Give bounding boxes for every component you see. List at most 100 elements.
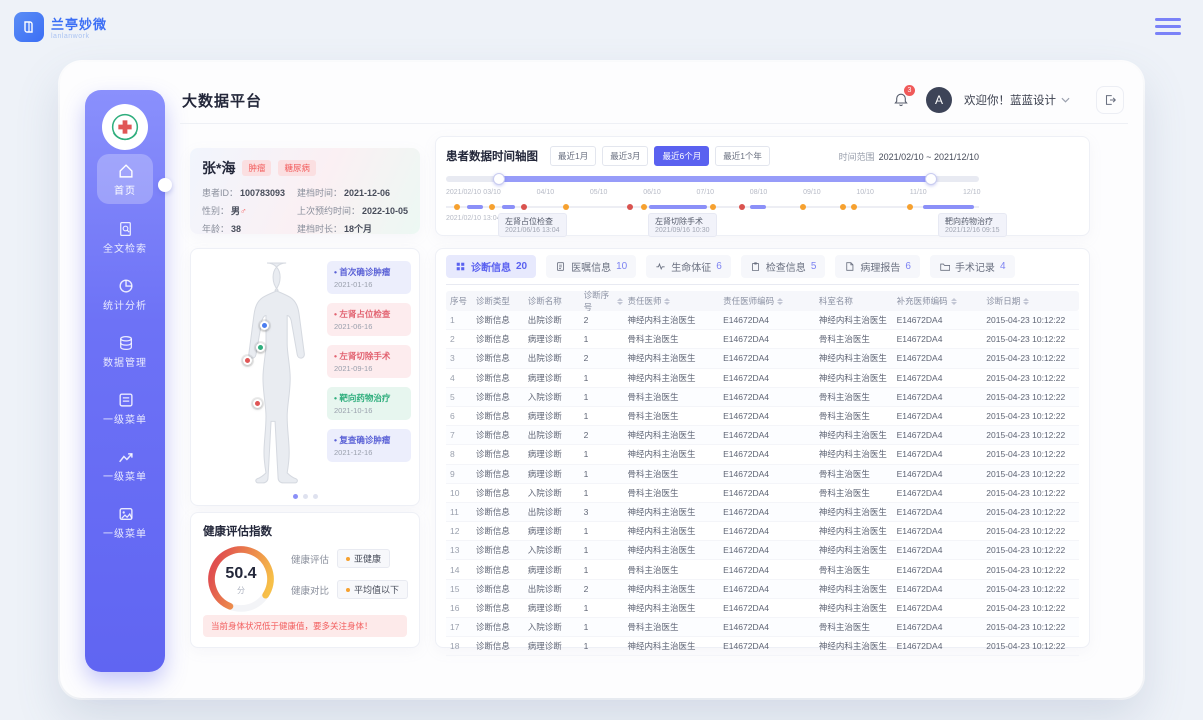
timeline-filter-最近3月[interactable]: 最近3月	[602, 146, 648, 166]
avatar[interactable]: A	[926, 87, 952, 113]
body-annotation[interactable]: • 左肾占位检查2021-06-16	[327, 303, 411, 336]
table-cell: 神经内科主治医生	[815, 372, 893, 384]
slider-handle-left[interactable]	[493, 173, 505, 185]
column-header-责任医师[interactable]: 责任医师	[623, 295, 719, 307]
table-cell: 1	[580, 411, 624, 421]
table-cell: 骨科主治医生	[815, 564, 893, 576]
table-cell: 骨科主治医生	[815, 391, 893, 403]
sidebar-item-统计分析[interactable]: 统计分析	[85, 277, 165, 312]
tab-诊断信息[interactable]: 诊断信息20	[446, 255, 536, 278]
health-card-title: 健康评估指数	[203, 523, 407, 539]
table-row: 7诊断信息出院诊断2神经内科主治医生E14672DA4神经内科主治医生E1467…	[446, 426, 1079, 445]
table-cell: 1	[580, 373, 624, 383]
timeline-event-dot[interactable]	[627, 204, 633, 210]
time-range: 时间范围2021/02/10 ~ 2021/12/10	[839, 150, 979, 163]
sidebar-item-数据管理[interactable]: 数据管理	[85, 334, 165, 369]
timeline-stay-bar[interactable]	[467, 205, 483, 209]
timeline-event-dot[interactable]	[851, 204, 857, 210]
table-cell: 神经内科主治医生	[815, 506, 893, 518]
logout-icon[interactable]	[1096, 86, 1124, 114]
body-card-pagination	[191, 494, 419, 499]
table-cell: 骨科主治医生	[623, 410, 719, 422]
table-cell: 神经内科主治医生	[815, 544, 893, 556]
sidebar-item-全文检索[interactable]: 全文检索	[85, 220, 165, 255]
timeline-event-dot[interactable]	[907, 204, 913, 210]
annotation-title: • 首次确诊肿瘤	[334, 266, 404, 278]
table-cell: 出院诊断	[524, 314, 580, 326]
table-cell: 诊断信息	[472, 352, 524, 364]
axis-tick-label: 07/10	[697, 189, 715, 196]
timeline-event-dot[interactable]	[563, 204, 569, 210]
patient-field-value: 38	[231, 224, 241, 234]
table-cell: 诊断信息	[472, 429, 524, 441]
tab-病理报告[interactable]: 病理报告6	[835, 255, 920, 278]
column-header-label: 责任医师	[627, 295, 661, 307]
time-range-slider[interactable]	[446, 173, 979, 185]
column-header-补充医师编码[interactable]: 补充医师编码	[893, 295, 983, 307]
timeline-filter-最近6个月[interactable]: 最近6个月	[654, 146, 709, 166]
timeline-event-dot[interactable]	[710, 204, 716, 210]
timeline-stay-bar[interactable]	[750, 205, 766, 209]
sort-icon[interactable]	[664, 298, 670, 305]
table-cell: 13	[446, 545, 472, 555]
body-marker-dot[interactable]	[253, 399, 262, 408]
annotation-title: • 靶向药物治疗	[334, 392, 404, 404]
timeline-event-dot[interactable]	[739, 204, 745, 210]
timeline-stay-bar[interactable]	[923, 205, 974, 209]
table-cell: 6	[446, 411, 472, 421]
table-cell: 病理诊断	[524, 448, 580, 460]
timeline-filter-最近1个年[interactable]: 最近1个年	[715, 146, 770, 166]
body-annotation[interactable]: • 靶向药物治疗2021-10-16	[327, 387, 411, 420]
timeline-stay-bar[interactable]	[649, 205, 708, 209]
pagination-dot[interactable]	[313, 494, 318, 499]
sidebar-item-label: 一级菜单	[103, 468, 147, 483]
body-marker-dot[interactable]	[256, 343, 265, 352]
timeline-event-dot[interactable]	[641, 204, 647, 210]
timeline-event-dot[interactable]	[454, 204, 460, 210]
sidebar-item-一级菜单[interactable]: 一级菜单	[85, 448, 165, 483]
column-header-诊断日期[interactable]: 诊断日期	[982, 295, 1079, 307]
sort-icon[interactable]	[1023, 298, 1029, 305]
sidebar-item-首页[interactable]: 首页	[97, 154, 153, 204]
timeline-event-dot[interactable]	[800, 204, 806, 210]
timeline-stay-bar[interactable]	[502, 205, 515, 209]
table-cell: 1	[580, 641, 624, 651]
timeline-filter-最近1月[interactable]: 最近1月	[550, 146, 596, 166]
slider-handle-right[interactable]	[925, 173, 937, 185]
tab-生命体征[interactable]: 生命体征6	[646, 255, 731, 278]
menu-icon[interactable]	[1155, 18, 1181, 36]
timeline-title: 患者数据时间轴图	[446, 148, 538, 164]
body-annotation[interactable]: • 左肾切除手术2021-09-16	[327, 345, 411, 378]
pagination-dot[interactable]	[303, 494, 308, 499]
tab-手术记录[interactable]: 手术记录4	[930, 255, 1015, 278]
table-cell: E14672DA4	[719, 565, 815, 575]
tab-检查信息[interactable]: 检查信息5	[741, 255, 826, 278]
column-header-责任医师编码[interactable]: 责任医师编码	[719, 295, 815, 307]
timeline-event-dot[interactable]	[840, 204, 846, 210]
user-dropdown[interactable]: 欢迎你！蓝蓝设计	[964, 92, 1070, 108]
column-header-label: 序号	[450, 295, 467, 307]
sidebar-item-一级菜单[interactable]: 一级菜单	[85, 505, 165, 540]
timeline-event-dot[interactable]	[521, 204, 527, 210]
body-annotation[interactable]: • 首次确诊肿瘤2021-01-16	[327, 261, 411, 294]
column-header-诊断序号[interactable]: 诊断序号	[580, 289, 624, 313]
body-marker-dot[interactable]	[243, 356, 252, 365]
body-annotation[interactable]: • 复查确诊肿瘤2021-12-16	[327, 429, 411, 462]
tab-医嘱信息[interactable]: 医嘱信息10	[546, 255, 636, 278]
table-cell: 神经内科主治医生	[815, 583, 893, 595]
table-cell: 诊断信息	[472, 506, 524, 518]
database-icon	[117, 334, 134, 351]
sort-icon[interactable]	[777, 298, 783, 305]
table-cell: E14672DA4	[719, 526, 815, 536]
table-cell: 2015-04-23 10:12:22	[982, 565, 1079, 575]
notification-bell-icon[interactable]: 3	[888, 87, 914, 113]
table-cell: E14672DA4	[893, 430, 983, 440]
pagination-dot[interactable]	[293, 494, 298, 499]
sort-icon[interactable]	[951, 298, 957, 305]
timeline-event-dot[interactable]	[489, 204, 495, 210]
sidebar-item-一级菜单[interactable]: 一级菜单	[85, 391, 165, 426]
table-cell: E14672DA4	[893, 334, 983, 344]
table-cell: 入院诊断	[524, 621, 580, 633]
body-marker-dot[interactable]	[260, 321, 269, 330]
health-row-value: 亚健康	[337, 549, 390, 568]
